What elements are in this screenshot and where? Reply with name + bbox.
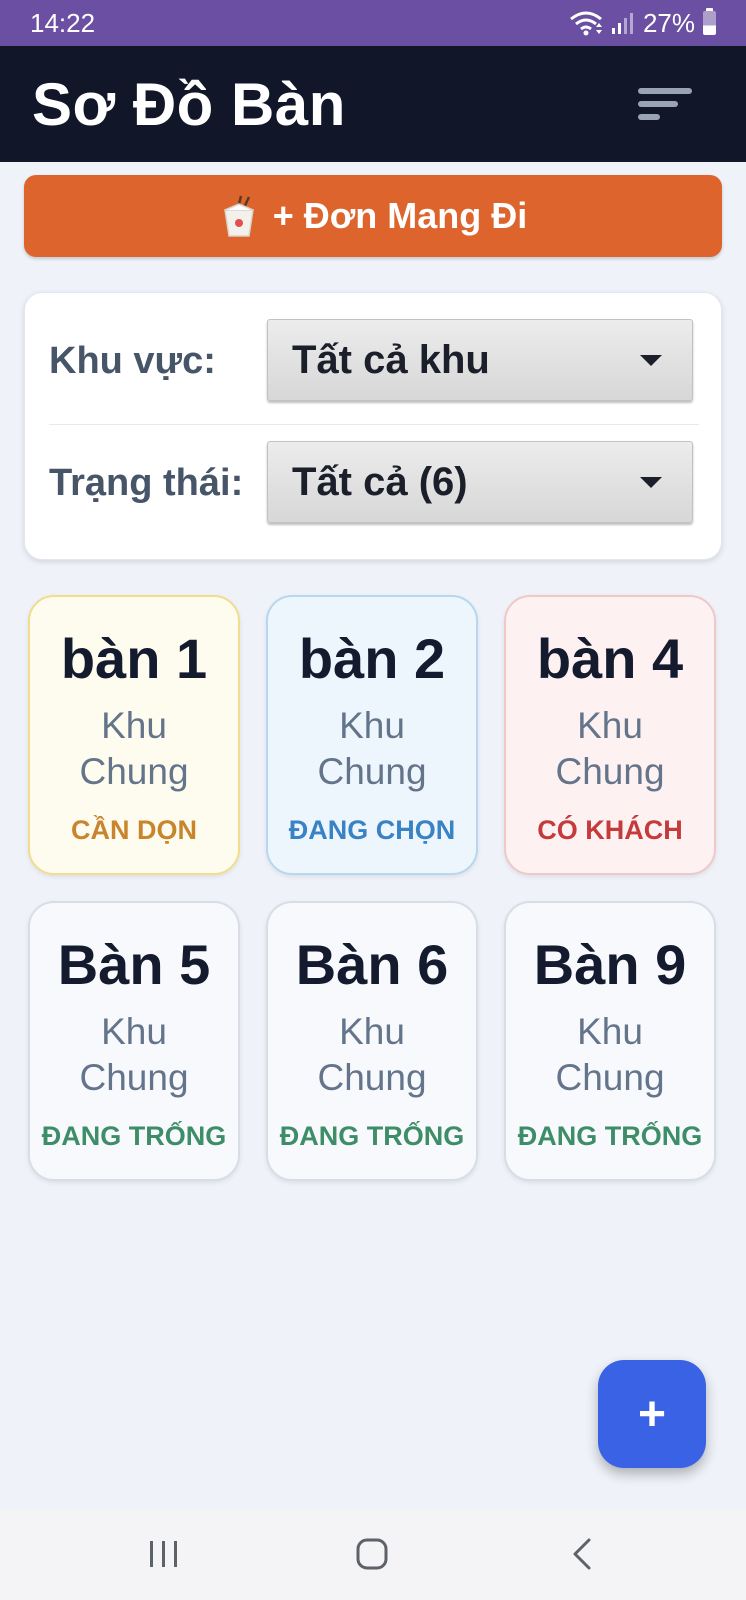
table-grid: bàn 1 Khu Chung CẦN DỌN bàn 2 Khu Chung … <box>28 595 718 1181</box>
table-name: Bàn 6 <box>295 933 449 996</box>
table-card[interactable]: bàn 1 Khu Chung CẦN DỌN <box>28 595 240 875</box>
status-time: 14:22 <box>30 7 96 38</box>
page-title: Sơ Đồ Bàn <box>32 70 346 138</box>
table-zone: Khu Chung <box>317 705 427 792</box>
battery-icon <box>703 8 716 35</box>
status-bar: 14:22 27% <box>0 0 746 46</box>
table-name: bàn 2 <box>298 627 446 690</box>
battery-percent: 27% <box>642 7 695 38</box>
filter-divider <box>49 424 699 425</box>
table-name: Bàn 9 <box>533 933 687 996</box>
zone-select[interactable]: Tất cả khu <box>267 319 693 401</box>
sort-line <box>638 101 678 107</box>
status-badge: ĐANG TRỐNG <box>279 1121 465 1151</box>
status-badge: ĐANG TRỐNG <box>41 1121 227 1151</box>
back-button[interactable] <box>522 1508 642 1600</box>
status-icons: 27% <box>569 8 716 39</box>
signal-icon <box>611 13 633 34</box>
table-zone: Khu Chung <box>555 1011 665 1098</box>
app-header: Sơ Đồ Bàn <box>0 46 746 162</box>
back-icon <box>573 1538 591 1570</box>
recent-apps-button[interactable] <box>104 1508 224 1600</box>
recent-apps-icon <box>150 1541 177 1567</box>
zone-select-value: Tất cả khu <box>292 337 490 382</box>
sort-line <box>638 114 660 120</box>
add-table-button[interactable]: + <box>598 1360 706 1468</box>
table-name: Bàn 5 <box>57 933 211 996</box>
home-icon <box>356 1538 388 1570</box>
system-nav-bar <box>0 1508 746 1600</box>
filter-card: Khu vực: Tất cả khu Trạng thái: Tất cả (… <box>24 292 722 560</box>
table-zone: Khu Chung <box>555 705 665 792</box>
table-zone: Khu Chung <box>79 705 189 792</box>
status-badge: ĐANG TRỐNG <box>517 1121 703 1151</box>
table-card[interactable]: Bàn 5 Khu Chung ĐANG TRỐNG <box>28 901 240 1181</box>
table-name: bàn 4 <box>536 627 684 690</box>
sort-line <box>638 88 692 94</box>
chevron-down-icon <box>640 476 662 488</box>
wifi-icon <box>570 11 602 36</box>
table-zone: Khu Chung <box>79 1011 189 1098</box>
status-filter-label: Trạng thái: <box>49 461 244 504</box>
table-card[interactable]: Bàn 9 Khu Chung ĐANG TRỐNG <box>504 901 716 1181</box>
status-select-value: Tất cả (6) <box>292 459 468 504</box>
sort-icon[interactable] <box>638 84 694 124</box>
takeout-box-icon <box>223 195 254 237</box>
chevron-down-icon <box>640 354 662 366</box>
table-card[interactable]: bàn 4 Khu Chung CÓ KHÁCH <box>504 595 716 875</box>
table-name: bàn 1 <box>60 627 208 690</box>
status-badge: ĐANG CHỌN <box>288 815 456 845</box>
takeaway-order-label: + Đơn Mang Đi <box>272 195 528 236</box>
status-badge: CẦN DỌN <box>71 815 197 845</box>
zone-filter-label: Khu vực: <box>49 339 216 382</box>
home-button[interactable] <box>312 1508 432 1600</box>
table-card[interactable]: Bàn 6 Khu Chung ĐANG TRỐNG <box>266 901 478 1181</box>
status-badge: CÓ KHÁCH <box>537 815 683 845</box>
table-card[interactable]: bàn 2 Khu Chung ĐANG CHỌN <box>266 595 478 875</box>
plus-icon: + <box>637 1387 667 1441</box>
status-select[interactable]: Tất cả (6) <box>267 441 693 523</box>
takeaway-order-button[interactable]: + Đơn Mang Đi <box>24 175 722 257</box>
table-zone: Khu Chung <box>317 1011 427 1098</box>
